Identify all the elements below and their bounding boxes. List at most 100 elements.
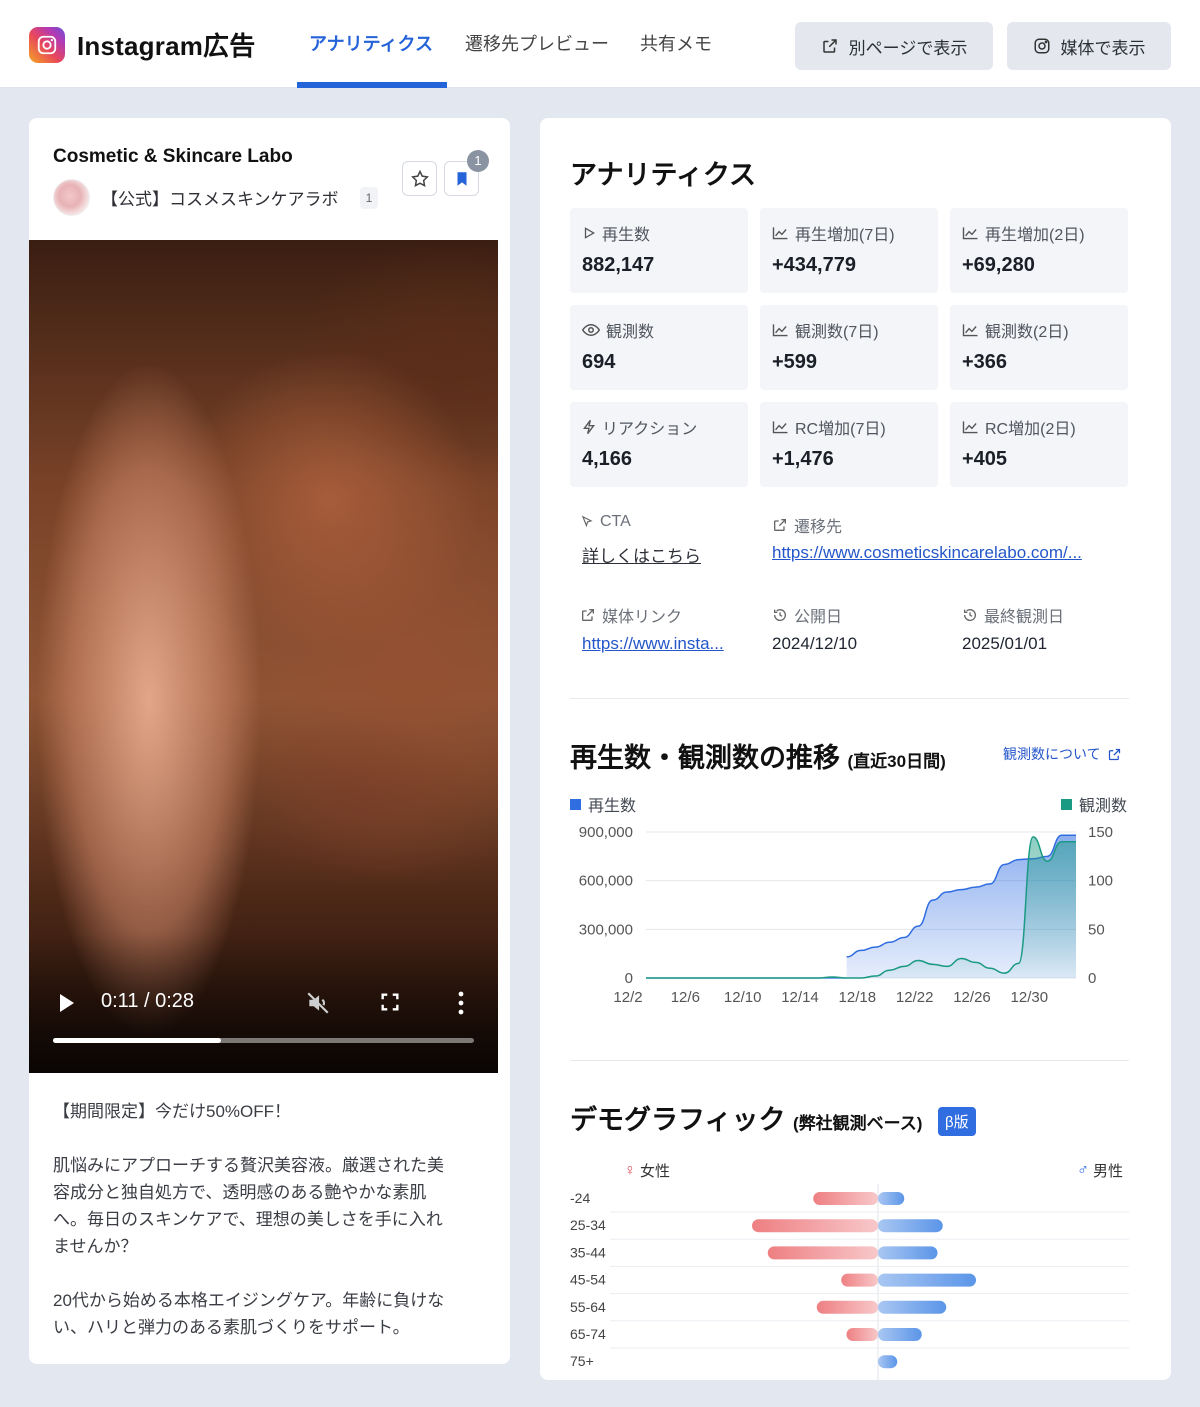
caption-line: い、ハリと弾力のある素肌づくりをサポート。 <box>53 1318 410 1337</box>
more-options-icon[interactable] <box>455 990 467 1016</box>
tab-analytics[interactable]: アナリティクス <box>309 30 433 56</box>
x-tick: 12/26 <box>953 989 991 1006</box>
age-label: 55-64 <box>570 1299 606 1315</box>
destination-url-link[interactable]: https://www.cosmeticskincarelabo.com/... <box>772 543 1117 563</box>
stat-observations: 観測数 694 <box>570 305 748 390</box>
stat-observations-7d: 観測数(7日) +599 <box>760 305 938 390</box>
stat-plays-7d: 再生増加(7日) +434,779 <box>760 208 938 293</box>
analytics-card: アナリティクス 再生数 882,147 再生増加(7日) +434,779 再生… <box>540 118 1171 1380</box>
female-bar <box>767 1246 878 1260</box>
y-left-tick: 600,000 <box>579 873 633 890</box>
age-label: -24 <box>570 1190 590 1206</box>
open-page-button[interactable]: 別ページで表示 <box>795 22 993 70</box>
history-icon <box>773 609 786 621</box>
trend-icon <box>962 324 978 337</box>
open-media-button[interactable]: 媒体で表示 <box>1007 22 1171 70</box>
stat-label: RC増加(7日) <box>795 421 886 438</box>
stat-label: 観測数(2日) <box>985 324 1069 341</box>
instagram-icon <box>29 26 65 63</box>
about-observations-link[interactable]: 観測数について <box>1003 744 1122 764</box>
trend-icon <box>772 324 788 337</box>
tab-shared-memo[interactable]: 共有メモ <box>640 30 712 56</box>
video-player[interactable]: 0:11 / 0:28 <box>29 240 498 1073</box>
y-right-tick: 50 <box>1088 921 1105 938</box>
x-tick: 12/18 <box>839 989 877 1006</box>
male-bar <box>878 1328 922 1341</box>
trend-subtitle: (直近30日間) <box>847 752 946 771</box>
beta-badge: β版 <box>937 1107 976 1137</box>
x-tick: 12/30 <box>1011 989 1049 1006</box>
last-observed-date: 2025/01/01 <box>962 634 1048 653</box>
stat-value: 4,166 <box>582 448 633 470</box>
caption-line: へ。毎日のスキンケアで、理想の美しさを手に入れ <box>53 1210 443 1229</box>
avatar[interactable] <box>53 179 90 216</box>
male-bar <box>878 1192 905 1205</box>
demographics-subtitle: (弊社観測ベース) <box>792 1114 923 1133</box>
female-bar <box>816 1300 878 1314</box>
x-tick: 12/2 <box>613 989 642 1006</box>
favorite-button[interactable] <box>402 161 437 196</box>
play-icon <box>584 227 595 239</box>
stat-reactions: リアクション 4,166 <box>570 402 748 487</box>
trend-icon <box>962 421 978 434</box>
y-right-tick: 0 <box>1088 970 1096 987</box>
video-progress-bar[interactable] <box>53 1038 474 1043</box>
tab-destination-preview[interactable]: 遷移先プレビュー <box>465 30 609 56</box>
trend-icon <box>772 421 788 434</box>
cta-value-link[interactable]: 詳しくはこちら <box>582 542 752 567</box>
female-bar <box>813 1192 878 1205</box>
y-right-tick: 150 <box>1088 824 1113 841</box>
open-media-label: 媒体で表示 <box>1060 38 1146 58</box>
stat-value: +599 <box>772 351 818 373</box>
post-card: Cosmetic & Skincare Labo 【公式】コスメスキンケアラボ … <box>29 118 510 1364</box>
caption-line: 肌悩みにアプローチする贅沢美容液。厳選された美 <box>53 1156 444 1175</box>
destination-label: 遷移先 <box>772 513 842 537</box>
stat-value: +69,280 <box>962 254 1035 276</box>
legend-female: ♀ 女性 <box>624 1161 671 1181</box>
page-title: Instagram広告 <box>77 31 256 61</box>
y-left-tick: 900,000 <box>579 824 633 841</box>
play-icon[interactable] <box>57 992 77 1014</box>
media-link-label: 媒体リンク <box>580 603 682 627</box>
stat-label: 観測数(7日) <box>795 324 879 341</box>
stat-label: 再生増加(7日) <box>795 227 895 244</box>
external-link-icon <box>1108 748 1120 760</box>
male-bar <box>878 1246 938 1260</box>
brand: Instagram広告 <box>29 26 255 63</box>
media-link-url[interactable]: https://www.insta... <box>582 634 742 654</box>
published-label: 公開日 <box>772 603 842 627</box>
trend-icon <box>772 227 788 240</box>
male-bar <box>878 1219 943 1233</box>
x-tick: 12/22 <box>896 989 934 1006</box>
caption-line: 【期間限定】今だけ50%OFF！ <box>53 1102 292 1121</box>
star-icon <box>410 169 429 187</box>
bolt-icon <box>583 419 595 435</box>
male-bar <box>878 1300 947 1314</box>
analytics-title: アナリティクス <box>570 160 757 190</box>
stat-observations-2d: 観測数(2日) +366 <box>950 305 1128 390</box>
x-tick: 12/10 <box>724 989 762 1006</box>
stat-label: 観測数 <box>606 324 655 341</box>
female-bar <box>752 1219 878 1233</box>
account-handle[interactable]: 【公式】コスメスキンケアラボ <box>101 185 339 210</box>
mute-icon[interactable] <box>305 990 331 1016</box>
stat-reactions-2d: RC増加(2日) +405 <box>950 402 1128 487</box>
demographics-chart: -24 25-34 35-44 45-54 55-64 65-74 75+ <box>570 1184 1129 1380</box>
stat-value: +366 <box>962 351 1008 373</box>
x-tick: 12/14 <box>781 989 819 1006</box>
published-date: 2024/12/10 <box>772 634 858 653</box>
female-icon: ♀ <box>624 1161 636 1179</box>
demographics-title: デモグラフィック (弊社観測ベース) β版 <box>570 1098 976 1137</box>
trend-title: 再生数・観測数の推移 (直近30日間) <box>570 743 946 773</box>
age-label: 35-44 <box>570 1244 606 1260</box>
external-link-icon <box>582 609 594 621</box>
age-label: 25-34 <box>570 1217 606 1233</box>
fullscreen-icon[interactable] <box>379 991 401 1013</box>
x-tick: 12/6 <box>671 989 700 1006</box>
female-bar <box>846 1328 878 1341</box>
y-left-tick: 300,000 <box>579 921 633 938</box>
active-tab-indicator <box>297 82 447 88</box>
bookmark-count-badge: 1 <box>467 150 489 172</box>
last-observed-label: 最終観測日 <box>962 603 1064 627</box>
stat-value: +434,779 <box>772 254 856 276</box>
